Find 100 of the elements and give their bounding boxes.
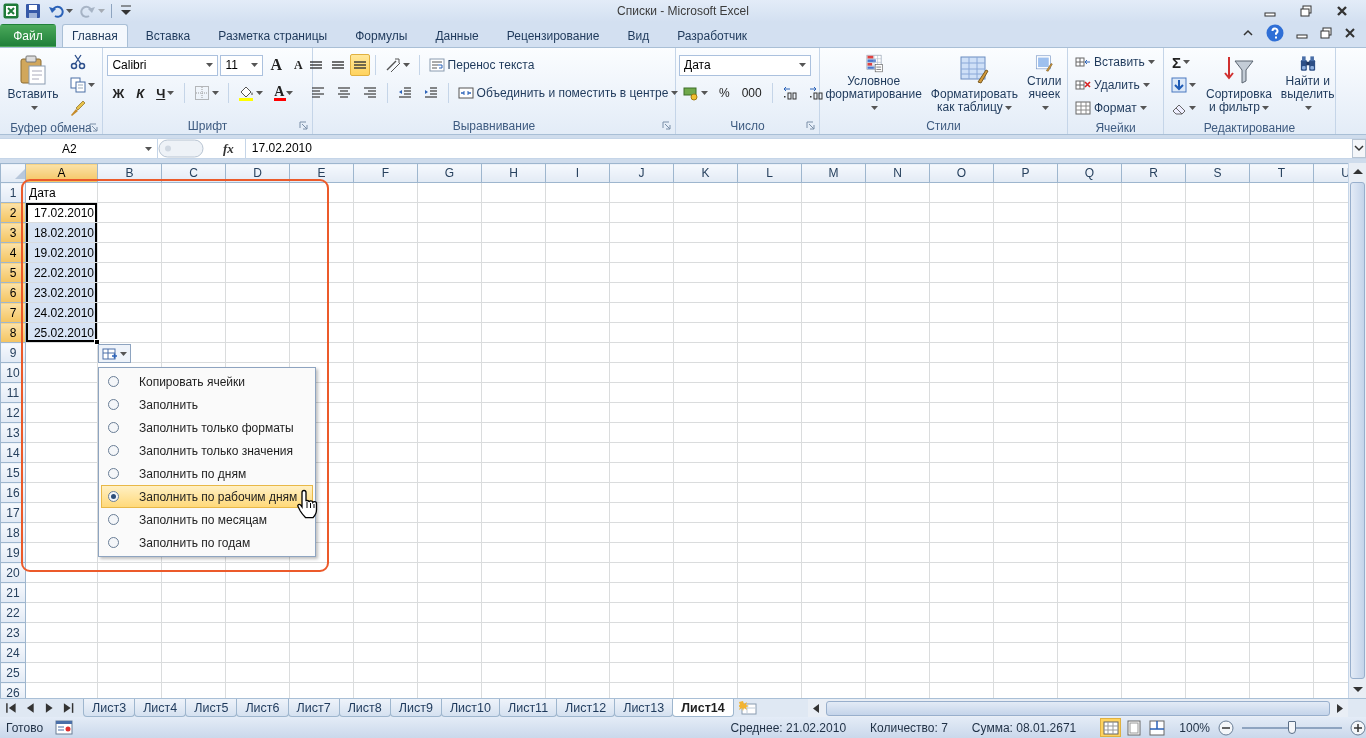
ribbon-tab[interactable]: Рецензирование (496, 24, 610, 47)
zoom-level[interactable]: 100% (1179, 720, 1210, 735)
font-size-field[interactable]: 11 (220, 54, 264, 76)
underline-button[interactable]: Ч (151, 82, 180, 104)
row-header[interactable]: 24 (0, 642, 26, 663)
menu-item[interactable]: Заполнить только форматы (101, 416, 313, 439)
font-color-button[interactable]: A (269, 82, 299, 104)
ribbon-tab[interactable]: Данные (425, 24, 489, 47)
insert-cells-button[interactable]: Вставить (1071, 51, 1159, 73)
autofill-options-button[interactable] (98, 344, 131, 363)
save-button[interactable] (24, 2, 42, 20)
expand-formula-bar-icon[interactable] (1352, 139, 1366, 158)
page-break-button[interactable] (1146, 718, 1168, 737)
normal-view-button[interactable] (1100, 718, 1122, 737)
menu-item[interactable]: Заполнить по рабочим дням (101, 485, 313, 508)
vertical-scrollbar[interactable] (1348, 163, 1366, 698)
grow-font-button[interactable]: A (265, 54, 287, 76)
cell-styles-button[interactable]: Стили ячеек (1023, 51, 1065, 117)
row-header[interactable]: 21 (0, 582, 26, 603)
radio-button[interactable] (108, 537, 119, 548)
scroll-thumb[interactable] (826, 700, 1330, 716)
find-select-button[interactable]: Найти и выделить (1277, 51, 1338, 117)
number-style-button[interactable]: 000 (736, 82, 767, 104)
column-header[interactable]: L (737, 163, 802, 183)
menu-item[interactable]: Копировать ячейки (101, 370, 313, 393)
radio-button[interactable] (108, 422, 119, 433)
column-header[interactable]: R (1121, 163, 1186, 183)
help-icon[interactable] (1266, 24, 1284, 42)
menu-item[interactable]: Заполнить по дням (101, 462, 313, 485)
sheet-tab[interactable]: Лист10 (440, 699, 500, 717)
column-header[interactable]: N (865, 163, 930, 183)
number-style-button[interactable]: % (714, 82, 735, 104)
column-header[interactable]: M (801, 163, 866, 183)
column-header[interactable]: K (673, 163, 738, 183)
column-header[interactable]: U (1313, 163, 1348, 183)
zoom-in-icon[interactable] (1350, 719, 1366, 736)
file-tab[interactable]: Файл (0, 24, 56, 47)
radio-button[interactable] (108, 514, 119, 525)
column-header[interactable]: T (1249, 163, 1314, 183)
sheet-tab[interactable]: Лист6 (236, 699, 289, 717)
sheet-tab[interactable]: Лист14 (672, 699, 734, 717)
record-macro-icon[interactable] (55, 719, 74, 736)
radio-button[interactable] (108, 491, 119, 502)
menu-item[interactable]: Заполнить только значения (101, 439, 313, 462)
number-format-field[interactable]: Дата (679, 54, 811, 76)
insert-function-button[interactable]: fx (222, 139, 235, 158)
dialog-launcher-icon[interactable] (662, 121, 671, 130)
name-box-field[interactable]: A2 (0, 138, 158, 159)
row-header[interactable]: 23 (0, 622, 26, 643)
column-header[interactable]: J (609, 163, 674, 183)
paste-button[interactable]: Вставить (3, 51, 63, 117)
dialog-launcher-icon[interactable] (299, 121, 308, 130)
bold-button[interactable]: Ж (107, 82, 130, 104)
sheet-tab[interactable]: Лист7 (287, 699, 340, 717)
sort-filter-button[interactable]: Сортировка и фильтр (1203, 51, 1275, 117)
ribbon-tab[interactable]: Вид (617, 24, 660, 47)
column-header[interactable]: H (481, 163, 546, 183)
sheet-tab[interactable]: Лист13 (614, 699, 674, 717)
radio-button[interactable] (108, 468, 119, 479)
merge-center-button[interactable]: Объединить и поместить в центре (453, 82, 683, 104)
splitter-handle-icon[interactable] (158, 139, 204, 158)
delete-cells-button[interactable]: Удалить (1071, 74, 1159, 96)
slider-thumb[interactable] (1288, 720, 1296, 734)
close-icon[interactable] (1336, 5, 1348, 17)
font-name-field[interactable]: Calibri (107, 54, 219, 76)
column-header[interactable]: Q (1057, 163, 1122, 183)
zoom-out-icon[interactable] (1218, 719, 1234, 736)
close-icon[interactable] (1344, 27, 1356, 39)
wrap-text-button[interactable]: Перенос текста (424, 54, 539, 76)
align-bottom-button[interactable] (349, 54, 370, 76)
restore-icon[interactable] (1300, 5, 1312, 17)
restore-icon[interactable] (1320, 27, 1332, 39)
column-header[interactable]: P (993, 163, 1058, 183)
menu-item[interactable]: Заполнить (101, 393, 313, 416)
autosum-button[interactable]: Σ (1167, 51, 1200, 73)
sheet-tab[interactable]: Лист9 (389, 699, 442, 717)
sheet-tab[interactable]: Лист5 (185, 699, 238, 717)
column-header[interactable]: S (1185, 163, 1250, 183)
ribbon-tab[interactable]: Формулы (345, 24, 418, 47)
sheet-tab[interactable]: Лист3 (83, 699, 136, 717)
format-as-table-button[interactable]: Форматировать как таблицу (927, 51, 1021, 117)
conditional-formatting-button[interactable]: Условное форматирование (822, 51, 925, 117)
dialog-launcher-icon[interactable] (806, 121, 815, 130)
shrink-font-button[interactable]: A (288, 54, 308, 76)
table-cell[interactable]: Дата (25, 182, 98, 203)
ribbon-tab[interactable]: Разметка страницы (208, 24, 338, 47)
radio-button[interactable] (108, 399, 119, 410)
horizontal-scrollbar[interactable] (808, 698, 1348, 718)
sheet-tab[interactable]: Лист8 (338, 699, 391, 717)
radio-button[interactable] (108, 376, 119, 387)
column-header[interactable]: F (353, 163, 418, 183)
sheet-tab[interactable]: Лист11 (498, 699, 558, 717)
column-header[interactable]: G (417, 163, 482, 183)
column-header[interactable]: O (929, 163, 994, 183)
ribbon-tab[interactable]: Главная (62, 24, 128, 47)
format-cells-button[interactable]: Формат (1071, 97, 1159, 119)
ribbon-tab[interactable]: Разработчик (667, 24, 758, 47)
sheet-tab[interactable]: Лист12 (556, 699, 616, 717)
italic-button[interactable]: К (131, 82, 150, 104)
sheet-tab[interactable]: Лист4 (134, 699, 187, 717)
